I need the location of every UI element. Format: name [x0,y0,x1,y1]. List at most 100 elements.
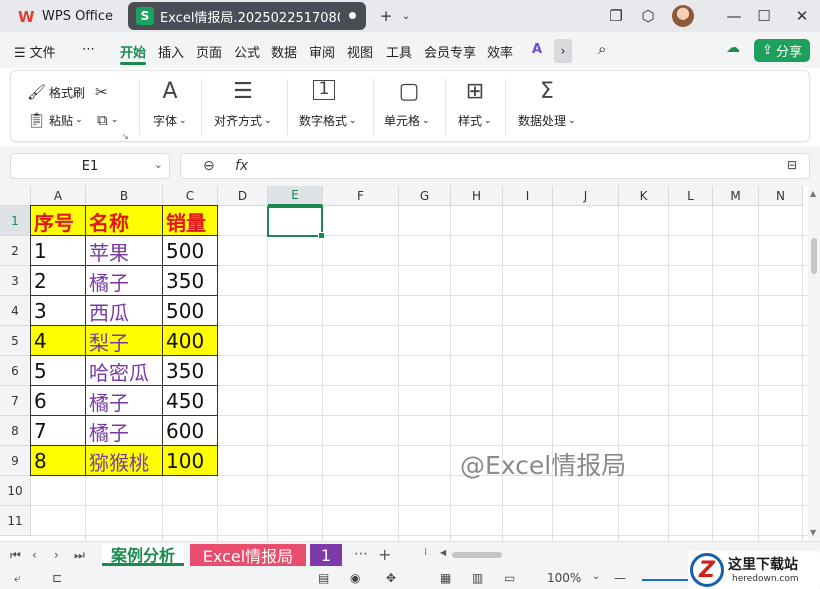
table-cell[interactable]: 3 [31,296,85,326]
menu-tools[interactable]: 工具 [386,42,412,61]
normal-view-icon[interactable]: ▦ [440,571,451,585]
zoom-search-icon[interactable]: ⊖ [203,158,215,174]
menu-file[interactable]: ☰ 文件 [14,42,56,61]
copy-button[interactable]: ⧉ ⌄ [97,111,118,129]
cut-button[interactable]: ✂ [95,83,111,101]
page-break-icon[interactable]: ▭ [504,571,515,585]
sheet-tab-1[interactable]: 1 [310,544,342,566]
unsaved-dot-icon[interactable] [349,12,356,19]
column-header-L[interactable]: L [669,186,713,206]
table-cell[interactable]: 350 [163,266,217,296]
spreadsheet-grid[interactable]: ABCDEFGHIJKLMN 1 2 3 4 5 6 7 8 9 10 11 序号 名称 销量 1 苹果 50… [0,186,808,541]
table-cell[interactable]: 4 [31,326,85,356]
paste-button[interactable]: 📋︎ 粘贴 ⌄ [27,111,83,129]
column-header-G[interactable]: G [399,186,451,206]
table-cell[interactable]: 橘子 [86,386,162,416]
format-painter-button[interactable]: 🖌︎ 格式刷 [27,83,85,101]
zoom-dropdown-icon[interactable]: ⌄ [592,571,600,582]
menu-member[interactable]: 会员专享 [424,42,476,61]
cloud-sync-icon[interactable]: ☁ [726,40,740,56]
zoom-level[interactable]: 100% [547,571,581,585]
column-header-D[interactable]: D [218,186,268,206]
hscroll-handle[interactable]: ⁞ [424,547,427,558]
cell-button[interactable]: 单元格 ⌄ [384,112,430,129]
maximize-icon[interactable]: ☐ [754,6,774,26]
minimize-icon[interactable]: — [724,6,744,26]
ai-icon[interactable]: A [532,42,542,57]
row-header-5[interactable]: 5 [0,326,31,356]
row-header-2[interactable]: 2 [0,236,31,266]
first-sheet-icon[interactable]: ⏮ [10,548,21,563]
ribbon-scroll-right-button[interactable]: › [554,39,572,63]
column-header-F[interactable]: F [323,186,399,206]
menu-more[interactable]: ⋯ [82,42,95,57]
menu-insert[interactable]: 插入 [158,42,184,61]
row-header-3[interactable]: 3 [0,266,31,296]
menu-home[interactable]: 开始 [120,42,146,61]
number-format-button[interactable]: 数字格式 ⌄ [299,112,357,129]
user-avatar[interactable] [672,5,694,27]
protect-icon[interactable]: ▤ [318,571,329,585]
sheet-view-icon[interactable]: ⊏ [52,571,62,585]
column-header-H[interactable]: H [451,186,503,206]
data-process-button[interactable]: 数据处理 ⌄ [518,112,576,129]
column-header-C[interactable]: C [163,186,218,206]
table-cell[interactable]: 西瓜 [86,296,162,326]
table-cell[interactable]: 8 [31,446,85,476]
row-header-9[interactable]: 9 [0,446,31,476]
page-layout-icon[interactable]: ▥ [472,571,483,585]
chevron-down-icon[interactable]: ⌄ [396,6,416,26]
expand-formula-icon[interactable]: ⊟ [787,158,797,172]
sheet-tab-case-analysis[interactable]: 案例分析 [102,544,184,566]
menu-review[interactable]: 审阅 [309,42,335,61]
scroll-down-icon[interactable]: ▼ [810,528,816,537]
align-button[interactable]: 对齐方式 ⌄ [214,112,272,129]
tab-document[interactable]: S Excel情报局.20250225170800138 [128,2,366,30]
zoom-slider[interactable] [642,579,692,581]
horizontal-scroll-thumb[interactable] [452,552,502,558]
prev-sheet-icon[interactable]: ‹ [32,548,37,562]
focus-icon[interactable]: ✥ [386,571,396,585]
cube-icon[interactable]: ⬡ [638,6,658,26]
row-header-8[interactable]: 8 [0,416,31,446]
column-header-M[interactable]: M [713,186,759,206]
menu-formula[interactable]: 公式 [234,42,260,61]
table-cell[interactable]: 100 [163,446,217,476]
scroll-left-icon[interactable]: ◀ [440,548,446,557]
table-header-cell[interactable]: 销量 [163,206,217,236]
row-header-11[interactable]: 11 [0,506,31,536]
table-cell[interactable]: 1 [31,236,85,266]
table-cell[interactable]: 6 [31,386,85,416]
scroll-up-icon[interactable]: ▲ [810,189,816,198]
select-all-corner[interactable] [0,186,31,206]
table-cell[interactable]: 橘子 [86,266,162,296]
font-button[interactable]: 字体 ⌄ [153,112,187,129]
eye-icon[interactable]: ◉ [350,571,360,585]
menu-data[interactable]: 数据 [271,42,297,61]
row-header-4[interactable]: 4 [0,296,31,326]
menu-efficiency[interactable]: 效率 [487,42,513,61]
table-cell[interactable]: 5 [31,356,85,386]
vertical-scroll-thumb[interactable] [811,238,817,274]
row-header-6[interactable]: 6 [0,356,31,386]
column-header-E[interactable]: E [268,186,323,206]
column-header-A[interactable]: A [31,186,86,206]
close-icon[interactable]: ✕ [792,6,812,26]
table-cell[interactable]: 500 [163,236,217,266]
vertical-scrollbar[interactable]: ▲ ▼ [808,186,820,541]
table-cell[interactable]: 600 [163,416,217,446]
zoom-out-button[interactable]: — [614,571,626,585]
add-sheet-button[interactable]: + [378,545,391,564]
table-cell[interactable]: 哈密瓜 [86,356,162,386]
column-header-K[interactable]: K [619,186,669,206]
column-header-N[interactable]: N [759,186,803,206]
table-cell[interactable]: 橘子 [86,416,162,446]
column-header-I[interactable]: I [503,186,553,206]
menu-page[interactable]: 页面 [196,42,222,61]
selected-cell[interactable] [267,206,325,239]
style-button[interactable]: 样式 ⌄ [458,112,492,129]
row-header-1[interactable]: 1 [0,206,31,236]
column-header-J[interactable]: J [553,186,619,206]
name-box[interactable]: E1 ⌄ [10,153,170,179]
macro-icon[interactable]: ⤶ [14,571,21,586]
